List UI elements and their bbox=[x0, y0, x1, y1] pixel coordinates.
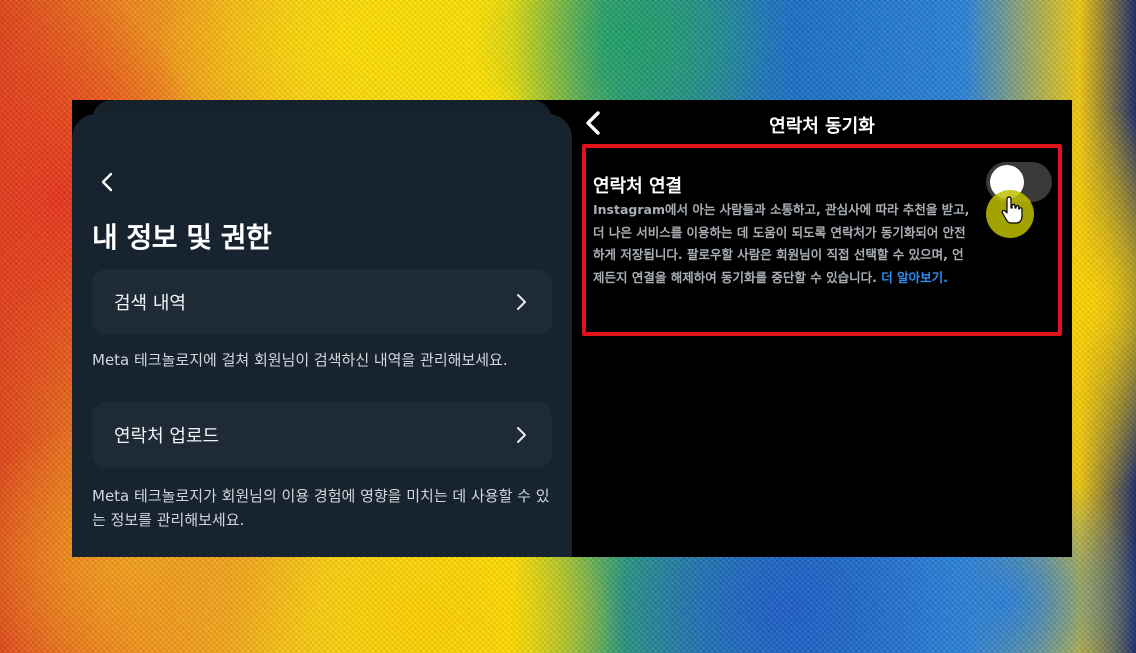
app-window: 내 정보 및 권한 검색 내역 Meta 테크놀로지에 걸쳐 회원님이 검색하신… bbox=[72, 100, 1072, 557]
page-title: 내 정보 및 권한 bbox=[92, 221, 272, 254]
row-label: 검색 내역 bbox=[114, 293, 186, 314]
contact-sync-panel: 연락처 동기화 연락처 연결 Instagram에서 아는 사람들과 소통하고,… bbox=[572, 100, 1072, 557]
setting-description: Instagram에서 아는 사람들과 소통하고, 관심사에 따라 추천을 받고… bbox=[593, 199, 971, 289]
chevron-right-icon bbox=[517, 294, 526, 310]
setting-title: 연락처 연결 bbox=[593, 176, 683, 197]
row-description: Meta 테크놀로지에 걸쳐 회원님이 검색하신 내역을 관리해보세요. bbox=[92, 351, 508, 369]
row-description: Meta 테크놀로지가 회원님의 이용 경험에 영향을 미치는 데 사용할 수 … bbox=[92, 487, 550, 529]
hand-pointer-icon bbox=[1001, 196, 1023, 224]
search-history-row[interactable]: 검색 내역 bbox=[92, 269, 552, 335]
contacts-upload-row[interactable]: 연락처 업로드 bbox=[92, 402, 552, 468]
chevron-right-icon bbox=[517, 427, 526, 443]
row-label: 연락처 업로드 bbox=[114, 426, 220, 447]
permissions-card: 내 정보 및 권한 검색 내역 Meta 테크놀로지에 걸쳐 회원님이 검색하신… bbox=[72, 114, 572, 557]
learn-more-link[interactable]: 더 알아보기. bbox=[881, 270, 948, 285]
back-chevron-icon[interactable] bbox=[96, 171, 118, 193]
permissions-panel: 내 정보 및 권한 검색 내역 Meta 테크놀로지에 걸쳐 회원님이 검색하신… bbox=[72, 100, 572, 557]
page-title: 연락처 동기화 bbox=[769, 116, 875, 137]
